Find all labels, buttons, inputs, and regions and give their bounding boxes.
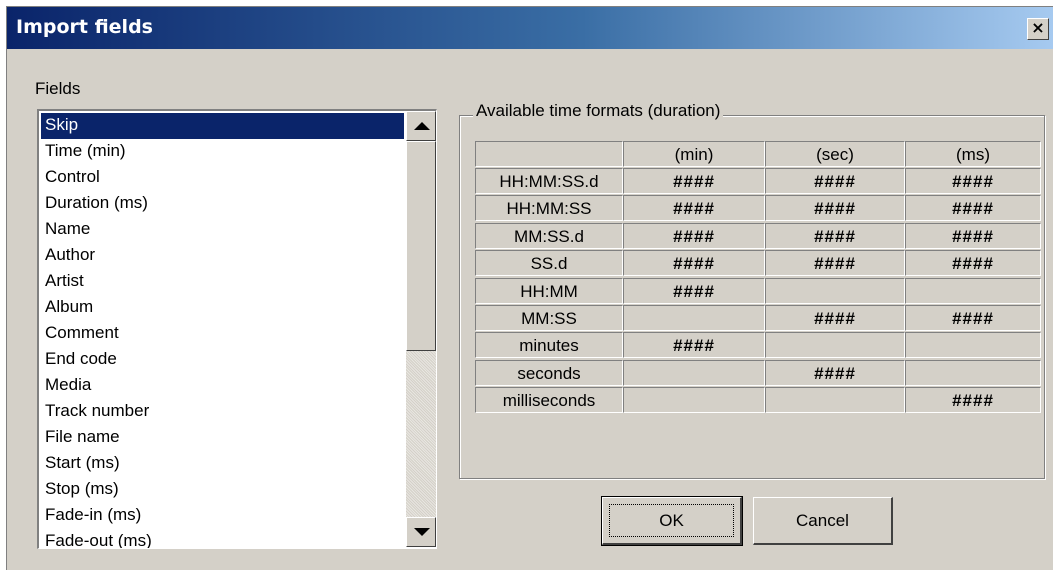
list-item[interactable]: Author [41, 243, 404, 269]
list-item[interactable]: Skip [41, 113, 404, 139]
fields-label: Fields [35, 79, 81, 98]
scroll-thumb[interactable] [406, 141, 436, 351]
list-item[interactable]: Duration (ms) [41, 191, 404, 217]
format-row-label: HH:MM:SS.d [475, 168, 623, 194]
format-cell[interactable]: #### [623, 277, 765, 304]
close-button[interactable]: × [1027, 18, 1049, 40]
list-item[interactable]: Track number [41, 399, 404, 425]
arrow-down-icon [414, 528, 430, 536]
format-row-label: minutes [475, 332, 623, 359]
format-cell[interactable]: #### [623, 168, 765, 194]
focus-rectangle [609, 504, 734, 537]
list-item[interactable]: Comment [41, 321, 404, 347]
ok-button[interactable]: OK [601, 496, 743, 546]
format-cell[interactable]: #### [765, 250, 905, 277]
format-cell[interactable]: #### [765, 168, 905, 194]
format-cell[interactable] [765, 332, 905, 359]
format-cell[interactable]: #### [905, 387, 1041, 414]
fields-listbox[interactable]: Skip Time (min) Control Duration (ms) Name Au… [37, 109, 437, 549]
cancel-button-label: Cancel [796, 511, 849, 530]
format-cell[interactable]: #### [765, 359, 905, 386]
column-header: (min) [623, 141, 765, 167]
format-cell[interactable]: #### [905, 168, 1041, 194]
format-row-label: MM:SS.d [475, 222, 623, 249]
format-cell[interactable] [623, 387, 765, 414]
format-cell[interactable] [623, 359, 765, 386]
format-cell[interactable]: #### [623, 250, 765, 277]
format-cell[interactable]: #### [905, 250, 1041, 277]
scroll-up-button[interactable] [406, 111, 436, 141]
list-item[interactable]: Fade-out (ms) [41, 529, 404, 548]
format-cell[interactable]: #### [765, 305, 905, 331]
format-cell[interactable]: #### [623, 332, 765, 359]
title-bar[interactable]: Import fields × [7, 7, 1053, 49]
list-item[interactable]: Artist [41, 269, 404, 295]
format-row-label: seconds [475, 359, 623, 386]
list-item[interactable]: Media [41, 373, 404, 399]
arrow-up-icon [414, 122, 430, 130]
format-cell[interactable]: #### [905, 195, 1041, 222]
cancel-button[interactable]: Cancel [753, 497, 893, 545]
format-cell[interactable] [765, 387, 905, 414]
format-cell[interactable]: #### [623, 195, 765, 222]
list-item[interactable]: Album [41, 295, 404, 321]
format-row-label: HH:MM [475, 277, 623, 304]
column-header: (sec) [765, 141, 905, 167]
column-header: (ms) [905, 141, 1041, 167]
fields-scrollbar[interactable] [406, 111, 436, 547]
import-fields-dialog: Import fields × Fields Skip Time (min) Con… [6, 6, 1053, 570]
format-cell[interactable] [765, 277, 905, 304]
scroll-down-button[interactable] [406, 517, 436, 547]
format-cell[interactable]: #### [765, 195, 905, 222]
format-cell[interactable] [905, 332, 1041, 359]
list-item[interactable]: Start (ms) [41, 451, 404, 477]
list-item[interactable]: Name [41, 217, 404, 243]
format-row-label: HH:MM:SS [475, 195, 623, 222]
format-cell[interactable] [905, 359, 1041, 386]
format-row-label: MM:SS [475, 305, 623, 331]
list-item[interactable]: Time (min) [41, 139, 404, 165]
format-cell[interactable]: #### [765, 222, 905, 249]
list-item[interactable]: End code [41, 347, 404, 373]
list-item[interactable]: File name [41, 425, 404, 451]
list-item[interactable]: Fade-in (ms) [41, 503, 404, 529]
time-formats-label: Available time formats (duration) [473, 101, 724, 121]
list-item[interactable]: Control [41, 165, 404, 191]
format-cell[interactable] [905, 277, 1041, 304]
close-icon: × [1031, 18, 1045, 37]
format-cell[interactable]: #### [623, 222, 765, 249]
list-item[interactable]: Stop (ms) [41, 477, 404, 503]
table-header-corner [475, 141, 623, 167]
format-cell[interactable]: #### [905, 305, 1041, 331]
format-cell[interactable] [623, 305, 765, 331]
format-row-label: SS.d [475, 250, 623, 277]
format-cell[interactable]: #### [905, 222, 1041, 249]
format-row-label: milliseconds [475, 387, 623, 414]
dialog-title: Import fields [16, 16, 153, 38]
